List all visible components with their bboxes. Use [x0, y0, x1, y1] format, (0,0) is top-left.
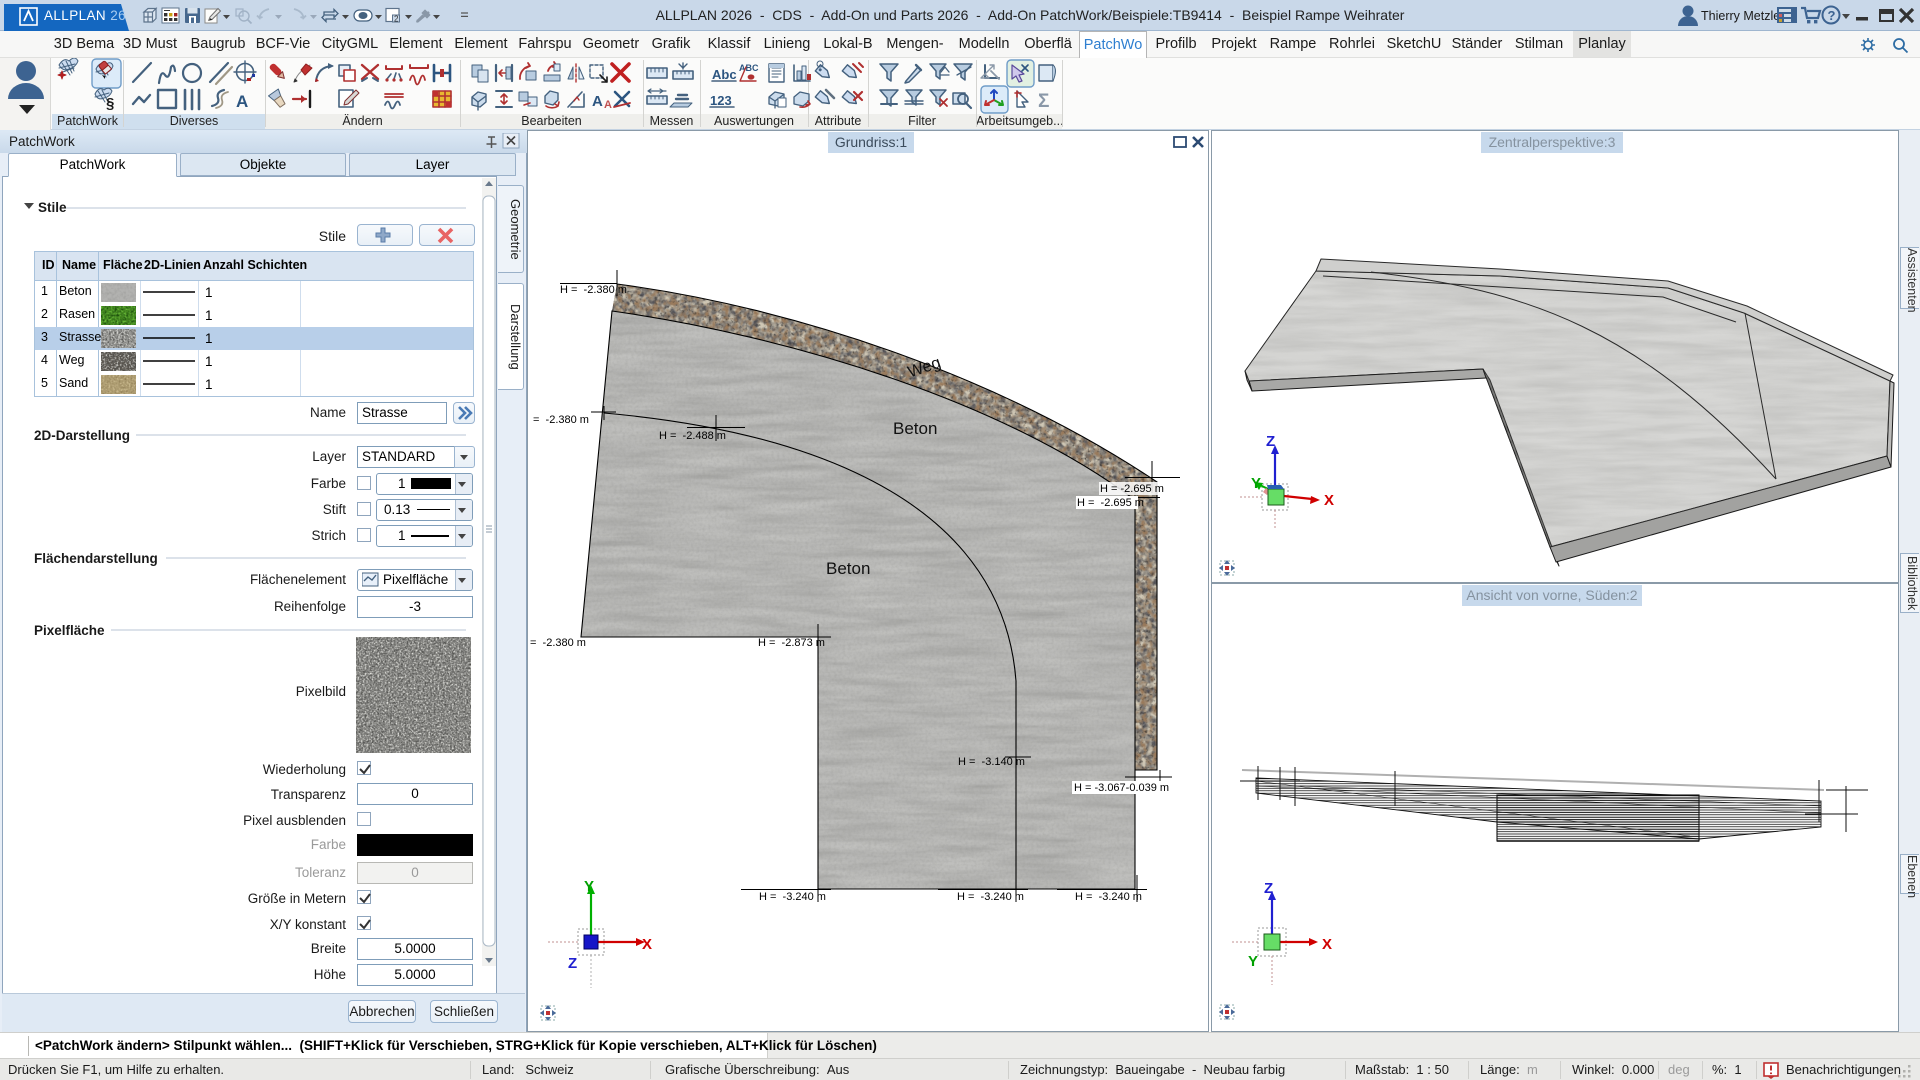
svg-text:H = -2.873 m: H = -2.873 m — [758, 637, 825, 649]
svg-text:X: X — [642, 936, 652, 953]
svg-text:?: ? — [1828, 8, 1836, 23]
svg-text:Thierry Metzler: Thierry Metzler — [1701, 9, 1784, 23]
svg-text:Z: Z — [1264, 880, 1273, 897]
svg-text:H = -3.240 m: H = -3.240 m — [957, 891, 1024, 903]
svg-text:H = -2.695 m: H = -2.695 m — [1077, 497, 1144, 509]
svg-text:H = -3.067-0.039 m: H = -3.067-0.039 m — [1074, 782, 1169, 794]
svg-text:1: 1 — [205, 285, 213, 300]
svg-text:H = -3.240 m: H = -3.240 m — [759, 891, 826, 903]
svg-text:X: X — [1324, 492, 1334, 509]
svg-text:A: A — [604, 99, 612, 111]
svg-text:H = -2.695 m: H = -2.695 m — [1100, 483, 1164, 495]
svg-text:Y: Y — [584, 878, 594, 895]
svg-text:X: X — [1322, 936, 1332, 953]
svg-text:Beton: Beton — [893, 419, 937, 438]
svg-text:1: 1 — [205, 354, 213, 369]
svg-text:= -2.380 m: = -2.380 m — [530, 637, 586, 649]
svg-text:H = -3.240 m: H = -3.240 m — [1075, 891, 1142, 903]
svg-text:§: § — [106, 95, 114, 112]
svg-text:Y: Y — [1251, 475, 1261, 492]
svg-text:H = -2.488 m: H = -2.488 m — [659, 430, 726, 442]
svg-text:Z: Z — [568, 955, 577, 972]
svg-text:1: 1 — [205, 377, 213, 392]
svg-text:Y: Y — [1248, 953, 1258, 970]
svg-text:Beton: Beton — [826, 559, 870, 578]
svg-text:Abc: Abc — [712, 67, 737, 82]
svg-text:H = -2.380 m: H = -2.380 m — [560, 284, 627, 296]
svg-text:1: 1 — [205, 331, 213, 346]
svg-text:A: A — [592, 93, 603, 110]
svg-text:1: 1 — [205, 308, 213, 323]
svg-text:H = -3.140 m: H = -3.140 m — [958, 756, 1025, 768]
svg-text:ABC: ABC — [739, 63, 759, 73]
svg-text:A: A — [236, 92, 248, 111]
svg-text:Σ: Σ — [1038, 91, 1049, 112]
svg-text:= -2.380 m: = -2.380 m — [533, 414, 589, 426]
svg-text:Z: Z — [1266, 433, 1275, 450]
svg-text:123: 123 — [710, 93, 732, 108]
